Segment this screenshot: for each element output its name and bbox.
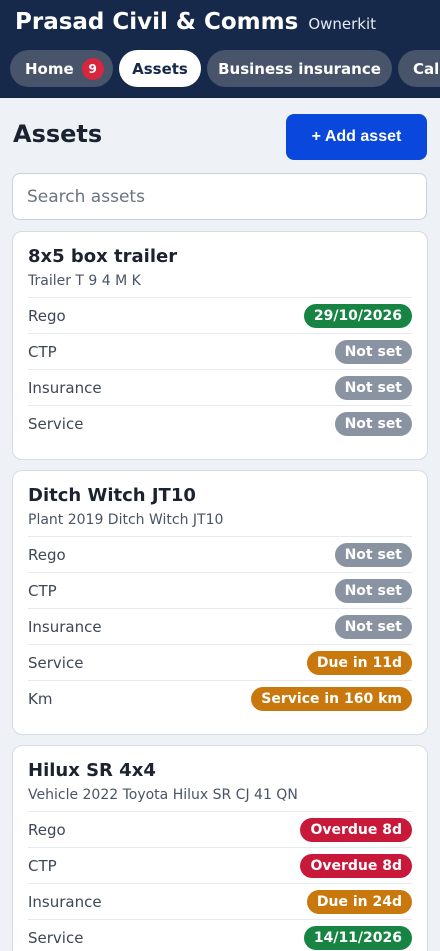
status-label: CTP	[28, 856, 57, 875]
notification-count-badge: 9	[81, 57, 104, 80]
status-row: Rego 29/10/2026	[28, 297, 412, 333]
asset-card[interactable]: Ditch Witch JT10 Plant 2019 Ditch Witch …	[12, 470, 428, 735]
status-badge: Not set	[334, 542, 412, 567]
status-label: Service	[28, 414, 84, 433]
status-badge: Not set	[334, 614, 412, 639]
status-row: Service Not set	[28, 405, 412, 441]
status-badge: Service in 160 km	[251, 686, 412, 711]
asset-subtitle: Vehicle 2022 Toyota Hilux SR CJ 41 QN	[28, 787, 298, 803]
app-header: Prasad Civil & Comms Ownerkit Home 9 Ass…	[0, 0, 440, 98]
status-row: Km Service in 160 km	[28, 680, 412, 716]
status-row: CTP Not set	[28, 572, 412, 608]
status-badge: Not set	[334, 411, 412, 436]
status-row: Rego Overdue 8d	[28, 811, 412, 847]
asset-card[interactable]: 8x5 box trailer Trailer T 9 4 M K Rego 2…	[12, 231, 428, 460]
status-label: Service	[28, 653, 84, 672]
asset-name: Ditch Witch JT10	[28, 485, 196, 506]
tab-home-label: Home	[25, 59, 74, 78]
status-row: Insurance Due in 24d	[28, 883, 412, 919]
page-header: Assets + Add asset	[13, 114, 427, 160]
app-name: Ownerkit	[308, 15, 377, 33]
status-label: Insurance	[28, 617, 102, 636]
status-label: Rego	[28, 820, 66, 839]
status-row: Service 14/11/2026	[28, 919, 412, 951]
status-label: CTP	[28, 342, 57, 361]
status-label: Km	[28, 689, 53, 708]
tab-business-insurance[interactable]: Business insurance	[207, 50, 392, 87]
tab-calendar-label: Cal	[413, 59, 440, 78]
business-name: Prasad Civil & Comms	[15, 9, 299, 35]
status-row: Service Due in 11d	[28, 644, 412, 680]
asset-card[interactable]: Hilux SR 4x4 Vehicle 2022 Toyota Hilux S…	[12, 745, 428, 951]
status-badge: Due in 24d	[306, 889, 412, 914]
tab-bar: Home 9 Assets Business insurance Cal	[10, 50, 440, 87]
status-row: Insurance Not set	[28, 369, 412, 405]
status-badge: Not set	[334, 339, 412, 364]
page-title: Assets	[13, 120, 103, 148]
status-label: Insurance	[28, 378, 102, 397]
status-badge: 29/10/2026	[303, 303, 412, 328]
status-label: Rego	[28, 306, 66, 325]
status-row: CTP Overdue 8d	[28, 847, 412, 883]
asset-subtitle: Plant 2019 Ditch Witch JT10	[28, 512, 224, 528]
brand: Prasad Civil & Comms Ownerkit	[15, 9, 376, 35]
status-label: Rego	[28, 545, 66, 564]
status-row: Rego Not set	[28, 536, 412, 572]
status-badge: Overdue 8d	[300, 817, 412, 842]
tab-assets[interactable]: Assets	[119, 50, 201, 87]
add-asset-button[interactable]: + Add asset	[286, 114, 427, 160]
asset-subtitle: Trailer T 9 4 M K	[28, 273, 141, 289]
status-badge: Not set	[334, 375, 412, 400]
status-row: CTP Not set	[28, 333, 412, 369]
status-label: Service	[28, 928, 84, 947]
status-badge: Not set	[334, 578, 412, 603]
status-row: Insurance Not set	[28, 608, 412, 644]
tab-assets-label: Assets	[132, 59, 188, 78]
search-input[interactable]	[12, 173, 427, 220]
status-badge: 14/11/2026	[303, 925, 412, 950]
tab-home[interactable]: Home 9	[10, 50, 113, 87]
asset-name: 8x5 box trailer	[28, 246, 178, 267]
tab-business-insurance-label: Business insurance	[218, 59, 381, 78]
asset-name: Hilux SR 4x4	[28, 760, 156, 781]
status-badge: Overdue 8d	[300, 853, 412, 878]
tab-calendar[interactable]: Cal	[398, 50, 440, 87]
status-label: CTP	[28, 581, 57, 600]
status-badge: Due in 11d	[306, 650, 412, 675]
status-label: Insurance	[28, 892, 102, 911]
